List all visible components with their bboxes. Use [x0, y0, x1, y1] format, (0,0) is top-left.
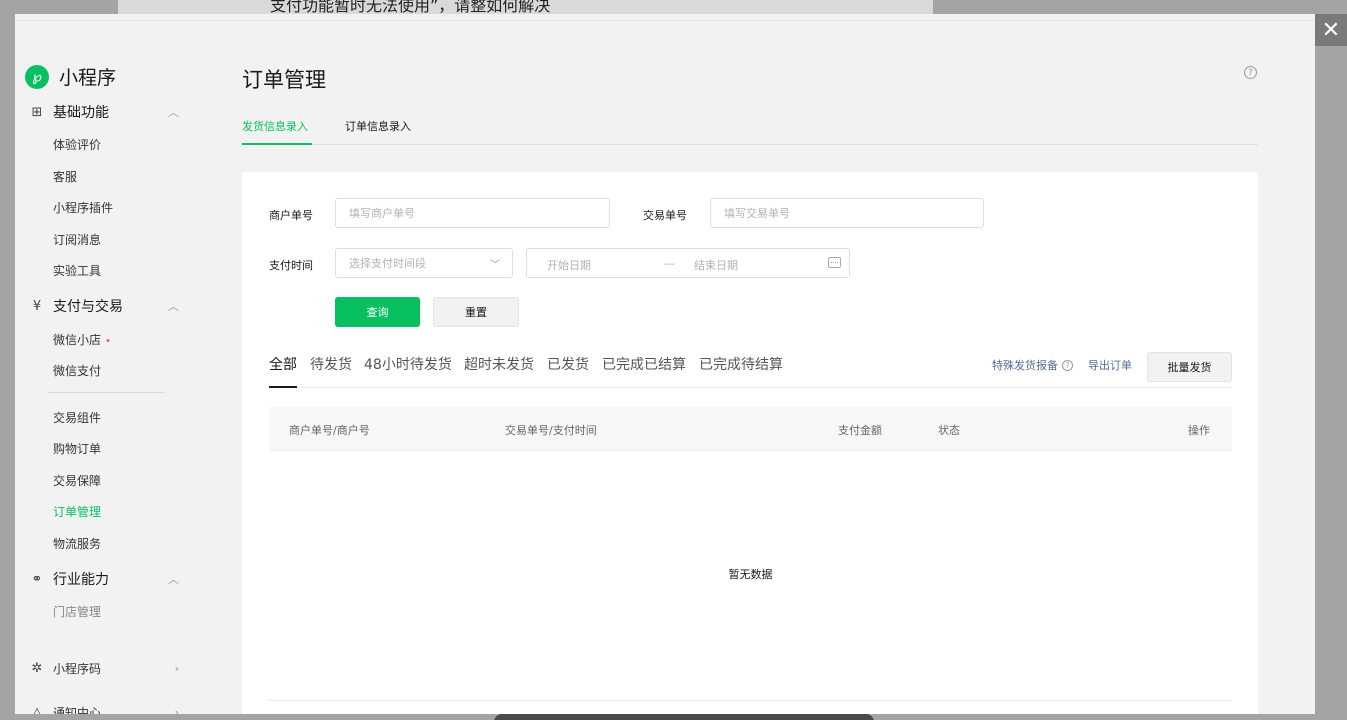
column-header-amount: 支付金额	[838, 424, 882, 437]
yen-icon: ¥	[32, 298, 42, 314]
trade-no-input[interactable]	[710, 198, 984, 228]
sidebar-item-trade-component[interactable]: 交易组件	[53, 409, 101, 426]
miniprogram-logo-icon: ℘	[25, 64, 49, 89]
sidebar-item-stores[interactable]: 门店管理	[53, 603, 101, 620]
chevron-up-icon: ︿	[168, 106, 179, 119]
status-tab-underline	[269, 386, 297, 388]
sidebar-item-shop[interactable]: 微信小店 •	[53, 331, 111, 348]
status-tab-settled[interactable]: 已完成已结算	[602, 354, 686, 374]
sidebar-item-shopping-orders[interactable]: 购物订单	[53, 440, 101, 457]
tab-shipping-entry[interactable]: 发货信息录入	[242, 118, 308, 134]
sidebar-item-wechatpay[interactable]: 微信支付	[53, 362, 101, 379]
order-card: 商户单号 交易单号 支付时间 选择支付时间段 ﹀ 开始日期 — 结束日期 查询 …	[242, 172, 1258, 714]
status-tab-shipped[interactable]: 已发货	[547, 354, 589, 374]
top-tabs: 发货信息录入 订单信息录入	[242, 118, 1258, 145]
sidebar-item-lab[interactable]: 实验工具	[53, 262, 101, 279]
table-bottom-divider	[269, 700, 1232, 701]
sidebar-item-trade-protection[interactable]: 交易保障	[53, 472, 101, 489]
range-separator: —	[664, 257, 675, 270]
chevron-up-icon: ︿	[168, 300, 179, 313]
status-tab-overdue[interactable]: 超时未发货	[464, 354, 534, 374]
paytime-select-value: 选择支付时间段	[349, 257, 426, 270]
dialog: ℘ 小程序 ⊞ 基础功能 ︿ 体验评价 客服 小程序插件 订阅消息 实验工具 ¥…	[15, 14, 1315, 714]
sidebar-item-plugins[interactable]: 小程序插件	[53, 199, 113, 216]
status-tab-48h[interactable]: 48小时待发货	[364, 354, 452, 374]
column-header-merchant: 商户单号/商户号	[289, 424, 370, 437]
red-dot-badge: •	[105, 336, 111, 347]
status-tab-pending[interactable]: 待发货	[310, 354, 352, 374]
sidebar-item-subscribe[interactable]: 订阅消息	[53, 231, 101, 248]
sidebar-item-label: 小程序码	[53, 662, 102, 676]
batch-ship-button[interactable]: 批量发货	[1147, 352, 1232, 382]
link-icon: ⚭	[31, 571, 43, 587]
help-icon: ?	[1062, 360, 1073, 371]
end-date: 结束日期	[694, 259, 738, 272]
sidebar-item-label: 通知中心	[53, 706, 102, 714]
sidebar-divider	[47, 392, 165, 393]
sidebar-group-label: 支付与交易	[53, 299, 123, 315]
bell-icon: △	[32, 705, 42, 714]
column-header-trade: 交易单号/支付时间	[505, 424, 597, 437]
sidebar-group-industry[interactable]: ⚭ 行业能力 ︿	[29, 569, 179, 589]
sparkle-icon: ✲	[31, 661, 43, 676]
merchant-no-label: 商户单号	[269, 209, 313, 222]
date-range-picker[interactable]: 开始日期 — 结束日期	[526, 248, 850, 278]
background-text: 支付功能暂时无法使用”，请整如何解决	[270, 0, 551, 14]
sidebar-item-notifications[interactable]: △ 通知中心 ›	[29, 704, 179, 714]
table-header: 商户单号/商户号 交易单号/支付时间 支付金额 状态 操作	[269, 407, 1232, 451]
special-shipping-label: 特殊发货报备	[992, 359, 1058, 372]
tab-order-entry[interactable]: 订单信息录入	[345, 118, 411, 134]
background-scroll-pill	[494, 714, 874, 720]
sidebar-item-order-management[interactable]: 订单管理	[53, 503, 101, 520]
brand-name: 小程序	[59, 67, 117, 89]
start-date: 开始日期	[547, 259, 591, 272]
sidebar-item-service[interactable]: 客服	[53, 168, 77, 185]
paytime-select[interactable]: 选择支付时间段 ﹀	[335, 248, 513, 278]
sidebar-item-label: 微信小店	[53, 333, 102, 347]
trade-no-label: 交易单号	[643, 209, 687, 222]
status-tab-unsettled[interactable]: 已完成待结算	[699, 354, 783, 374]
sidebar-group-label: 基础功能	[53, 105, 109, 121]
column-header-status: 状态	[938, 424, 960, 437]
sidebar-item-review[interactable]: 体验评价	[53, 136, 101, 153]
chevron-down-icon: ﹀	[490, 259, 500, 271]
chevron-up-icon: ︿	[168, 573, 179, 586]
background-page: 支付功能暂时无法使用”，请整如何解决	[118, 0, 933, 14]
status-tab-all[interactable]: 全部	[269, 354, 297, 374]
export-orders-link[interactable]: 导出订单	[1088, 357, 1132, 373]
grid-icon: ⊞	[31, 104, 43, 120]
page-title: 订单管理	[242, 68, 326, 92]
paytime-label: 支付时间	[269, 259, 313, 272]
sidebar-item-logistics[interactable]: 物流服务	[53, 535, 101, 552]
close-icon: ✕	[1321, 17, 1341, 43]
calendar-icon	[828, 257, 841, 268]
reset-button[interactable]: 重置	[433, 297, 519, 327]
sidebar: ℘ 小程序 ⊞ 基础功能 ︿ 体验评价 客服 小程序插件 订阅消息 实验工具 ¥…	[15, 14, 195, 714]
help-icon[interactable]: ?	[1244, 66, 1257, 79]
column-header-actions: 操作	[1188, 424, 1210, 437]
main-content: 订单管理 ? 发货信息录入 订单信息录入 商户单号 交易单号 支付时间 选择支付…	[242, 14, 1258, 714]
sidebar-group-pay[interactable]: ¥ 支付与交易 ︿	[29, 296, 179, 316]
special-shipping-link[interactable]: 特殊发货报备?	[992, 357, 1073, 373]
chevron-right-icon: ›	[174, 662, 179, 675]
chevron-right-icon: ›	[174, 706, 179, 714]
empty-state: 暂无数据	[728, 568, 773, 581]
merchant-no-input[interactable]	[335, 198, 610, 228]
query-button[interactable]: 查询	[335, 297, 420, 327]
sidebar-group-basic[interactable]: ⊞ 基础功能 ︿	[29, 102, 179, 122]
active-tab-underline	[242, 143, 312, 145]
sidebar-group-label: 行业能力	[53, 572, 109, 588]
close-button[interactable]: ✕	[1315, 14, 1347, 46]
sidebar-item-qrcode[interactable]: ✲ 小程序码 ›	[29, 660, 179, 677]
brand: ℘ 小程序	[25, 63, 116, 90]
